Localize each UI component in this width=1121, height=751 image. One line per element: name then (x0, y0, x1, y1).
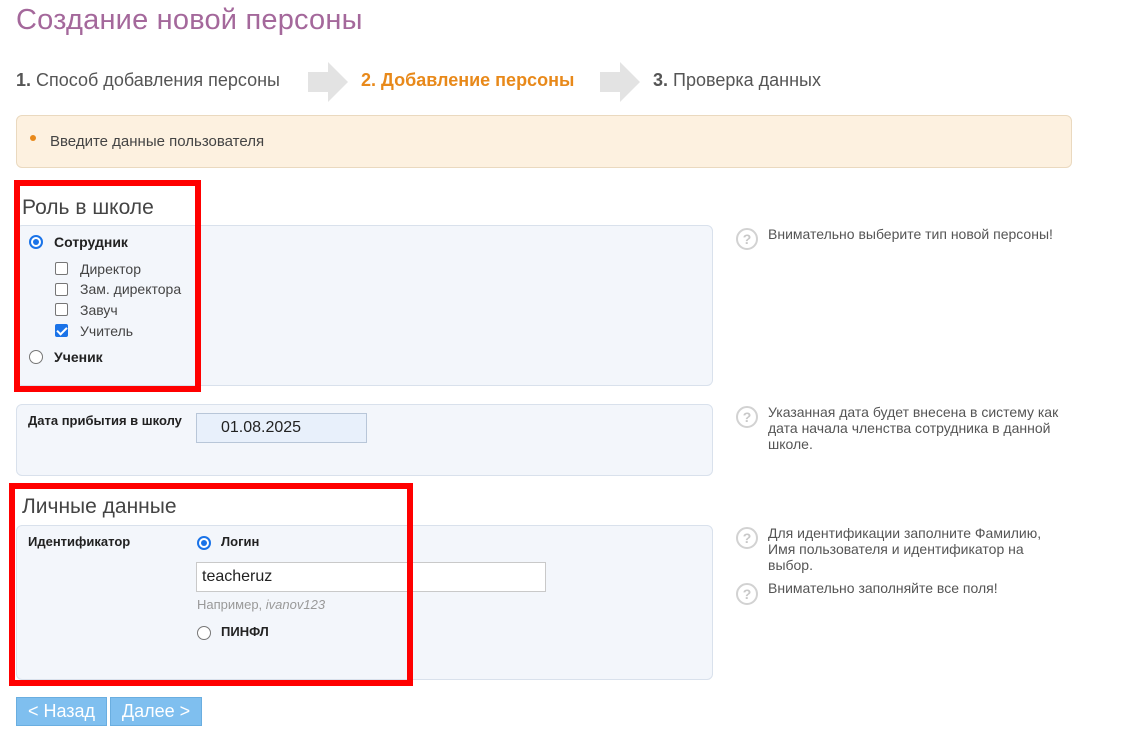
back-button[interactable]: < Назад (16, 697, 107, 726)
employee-radio[interactable] (29, 235, 43, 249)
role-help-text: Внимательно выберите тип новой персоны! (768, 226, 1053, 242)
role-section-title: Роль в школе (22, 196, 154, 219)
arrival-date-input[interactable] (196, 413, 367, 443)
login-example-hint: Например, ivanov123 (197, 597, 325, 612)
director-label: Директор (80, 261, 141, 277)
teacher-checkbox[interactable] (55, 324, 68, 337)
head-teacher-label: Завуч (80, 302, 118, 318)
student-label: Ученик (54, 349, 103, 365)
question-circle-icon: ? (736, 583, 758, 605)
employee-label: Сотрудник (54, 234, 128, 250)
arrival-date-label: Дата прибытия в школу (28, 413, 182, 428)
step-3: 3. Проверка данных (653, 70, 821, 91)
step-2: 2. Добавление персоны (361, 70, 574, 91)
question-circle-icon: ? (736, 228, 758, 250)
deputy-director-label: Зам. директора (80, 281, 182, 297)
wizard-steps: 1. Способ добавления персоны 2. Добавлен… (16, 62, 876, 102)
example-value: ivanov123 (265, 597, 326, 612)
step-3-number: 3. (653, 70, 669, 90)
login-label: Логин (221, 534, 260, 549)
example-prefix: Например, (197, 597, 263, 612)
arrow-right-icon (600, 62, 640, 102)
step-1: 1. Способ добавления персоны (16, 70, 280, 91)
teacher-label: Учитель (80, 323, 134, 339)
personal-help-text-1: Для идентификации заполните Фамилию, Имя… (768, 525, 1042, 573)
step-1-label: Способ добавления персоны (36, 70, 280, 90)
login-input[interactable] (196, 562, 546, 592)
identifier-label: Идентификатор (28, 534, 131, 549)
student-radio[interactable] (29, 350, 43, 364)
question-circle-icon: ? (736, 406, 758, 428)
step-3-label: Проверка данных (673, 70, 821, 90)
bullet-icon (30, 135, 36, 141)
director-checkbox[interactable] (55, 262, 68, 275)
pinfl-label: ПИНФЛ (221, 624, 269, 639)
step-1-number: 1. (16, 70, 32, 90)
notice-box: Введите данные пользователя (16, 115, 1072, 168)
step-2-number: 2. (361, 70, 377, 90)
personal-help-text-2: Внимательно заполняйте все поля! (768, 580, 998, 596)
deputy-director-checkbox[interactable] (55, 283, 68, 296)
head-teacher-checkbox[interactable] (55, 303, 68, 316)
login-radio[interactable] (197, 536, 211, 550)
personal-section-title: Личные данные (22, 495, 177, 518)
notice-text: Введите данные пользователя (50, 133, 265, 150)
next-button[interactable]: Далее > (110, 697, 202, 726)
arrival-help-text: Указанная дата будет внесена в систему к… (768, 404, 1059, 452)
pinfl-radio[interactable] (197, 626, 211, 640)
page-title: Создание новой персоны (16, 4, 363, 36)
arrow-right-icon (308, 62, 348, 102)
question-circle-icon: ? (736, 527, 758, 549)
step-2-label: Добавление персоны (381, 70, 575, 90)
